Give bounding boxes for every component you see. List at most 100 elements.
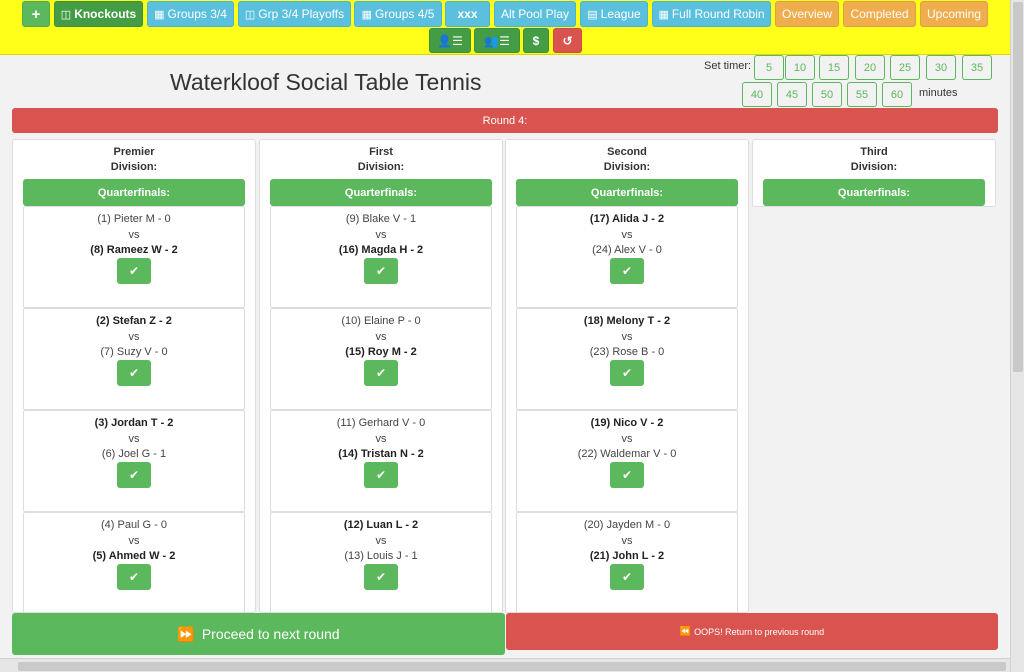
match-card: (18) Melony T - 2 vs (23) Rose B - 0 ✔ — [516, 308, 738, 410]
xxx-button[interactable]: xxx — [445, 1, 490, 27]
confirm-result-button[interactable]: ✔ — [364, 360, 398, 386]
timer-button[interactable]: 5 — [754, 55, 784, 80]
group-list-button[interactable]: 👥☰ — [474, 28, 520, 53]
knockouts-button[interactable]: ◫ Knockouts — [54, 1, 143, 27]
vs-label: vs — [128, 433, 140, 445]
grid-icon: ▦ — [658, 8, 669, 21]
player-two: (22) Waldemar V - 0 — [577, 448, 677, 460]
check-icon: ✔ — [375, 264, 387, 278]
player-two: (7) Suzy V - 0 — [100, 346, 168, 358]
scrollbar-thumb[interactable] — [1013, 2, 1023, 372]
division-panel: Premier Division: Quarterfinals: (1) Pieter… — [12, 139, 256, 614]
player-one: (18) Melony T - 2 — [583, 315, 671, 327]
division-name: Second Division: — [506, 145, 748, 175]
player-one: (9) Blake V - 1 — [345, 213, 417, 225]
add-button[interactable]: + — [22, 1, 50, 27]
proceed-next-round-button[interactable]: ⏩ Proceed to next round — [12, 613, 505, 655]
vs-label: vs — [621, 433, 633, 445]
vs-label: vs — [375, 433, 387, 445]
undo-icon: ↺ — [562, 33, 573, 48]
check-icon: ✔ — [128, 570, 140, 584]
columns-icon: ◫ — [244, 8, 256, 21]
vs-label: vs — [375, 229, 387, 241]
full-round-robin-button[interactable]: ▦ Full Round Robin — [652, 1, 771, 27]
player-one: (2) Stefan Z - 2 — [96, 315, 172, 327]
columns-icon: ◫ — [60, 8, 72, 21]
timer-button[interactable]: 20 — [855, 55, 885, 80]
timer-button[interactable]: 15 — [819, 55, 849, 80]
timer-button[interactable]: 55 — [847, 82, 877, 107]
completed-button[interactable]: Completed — [843, 1, 916, 27]
vs-label: vs — [621, 535, 633, 547]
check-icon: ✔ — [128, 468, 140, 482]
match-card: (12) Luan L - 2 vs (13) Louis J - 1 ✔ — [270, 512, 492, 614]
page-title: Waterkloof Social Table Tennis — [170, 69, 482, 95]
confirm-result-button[interactable]: ✔ — [610, 564, 644, 590]
match-card: (20) Jayden M - 0 vs (21) John L - 2 ✔ — [516, 512, 738, 614]
player-one: (20) Jayden M - 0 — [583, 519, 671, 531]
timer-button[interactable]: 35 — [962, 55, 992, 80]
vs-label: vs — [621, 229, 633, 241]
reset-button[interactable]: ↺ — [553, 28, 582, 53]
check-icon: ✔ — [621, 468, 633, 482]
player-two: (5) Ahmed W - 2 — [92, 550, 176, 562]
users-list-icon: 👥☰ — [484, 33, 510, 48]
division-name-line: Third — [860, 146, 888, 158]
alt-pool-play-button[interactable]: Alt Pool Play — [494, 1, 576, 27]
payments-button[interactable]: $ — [523, 28, 549, 53]
confirm-result-button[interactable]: ✔ — [117, 360, 151, 386]
player-two: (23) Rose B - 0 — [589, 346, 665, 358]
confirm-result-button[interactable]: ✔ — [610, 258, 644, 284]
timer-button[interactable]: 30 — [926, 55, 956, 80]
division-name: Premier Division: — [13, 145, 255, 175]
check-icon: ✔ — [375, 468, 387, 482]
confirm-result-button[interactable]: ✔ — [117, 258, 151, 284]
player-one: (19) Nico V - 2 — [590, 417, 664, 429]
overview-button[interactable]: Overview — [775, 1, 839, 27]
timer-button[interactable]: 45 — [777, 82, 807, 107]
horizontal-scrollbar[interactable] — [0, 658, 1010, 672]
division-name-line: Second — [607, 146, 647, 158]
groups-4-5-button[interactable]: ▦ Groups 4/5 — [354, 1, 442, 27]
vs-label: vs — [128, 535, 140, 547]
match-card: (1) Pieter M - 0 vs (8) Rameez W - 2 ✔ — [23, 206, 245, 308]
player-list-button[interactable]: 👤☰ — [429, 28, 471, 53]
timer-button[interactable]: 10 — [785, 55, 815, 80]
upcoming-button[interactable]: Upcoming — [920, 1, 988, 27]
player-one: (10) Elaine P - 0 — [341, 315, 421, 327]
confirm-result-button[interactable]: ✔ — [117, 462, 151, 488]
confirm-result-button[interactable]: ✔ — [364, 258, 398, 284]
groups-3-4-button[interactable]: ▦ Groups 3/4 — [147, 1, 234, 27]
return-previous-round-button[interactable]: ⏪ OOPS! Return to previous round — [506, 613, 998, 650]
player-one: (1) Pieter M - 0 — [97, 213, 171, 225]
timer-button[interactable]: 40 — [742, 82, 772, 107]
top-toolbar: + ◫ Knockouts ▦ Groups 3/4 ◫ Grp 3/4 Playof… — [0, 0, 1010, 55]
confirm-result-button[interactable]: ✔ — [364, 564, 398, 590]
match-card: (19) Nico V - 2 vs (22) Waldemar V - 0 ✔ — [516, 410, 738, 512]
confirm-result-button[interactable]: ✔ — [610, 360, 644, 386]
player-two: (21) John L - 2 — [589, 550, 665, 562]
check-icon: ✔ — [375, 570, 387, 584]
quarterfinals-header: Quarterfinals: — [270, 179, 492, 206]
timer-button[interactable]: 60 — [882, 82, 912, 107]
timer-button[interactable]: 25 — [890, 55, 920, 80]
scrollbar-thumb[interactable] — [18, 662, 1006, 671]
confirm-result-button[interactable]: ✔ — [610, 462, 644, 488]
match-card: (2) Stefan Z - 2 vs (7) Suzy V - 0 ✔ — [23, 308, 245, 410]
user-list-icon: 👤☰ — [437, 33, 463, 48]
division-name-line: First — [369, 146, 393, 158]
division-name-line: Division: — [850, 161, 898, 173]
quarterfinals-header: Quarterfinals: — [516, 179, 738, 206]
player-one: (3) Jordan T - 2 — [94, 417, 174, 429]
league-button[interactable]: ▤ League — [580, 1, 648, 27]
timer-button[interactable]: 50 — [812, 82, 842, 107]
match-card: (9) Blake V - 1 vs (16) Magda H - 2 ✔ — [270, 206, 492, 308]
confirm-result-button[interactable]: ✔ — [117, 564, 151, 590]
player-one: (17) Alida J - 2 — [589, 213, 665, 225]
check-icon: ✔ — [375, 366, 387, 380]
player-two: (24) Alex V - 0 — [592, 244, 662, 256]
vertical-scrollbar[interactable] — [1010, 0, 1024, 672]
player-one: (12) Luan L - 2 — [343, 519, 419, 531]
grp-3-4-playoffs-button[interactable]: ◫ Grp 3/4 Playoffs — [238, 1, 351, 27]
confirm-result-button[interactable]: ✔ — [364, 462, 398, 488]
